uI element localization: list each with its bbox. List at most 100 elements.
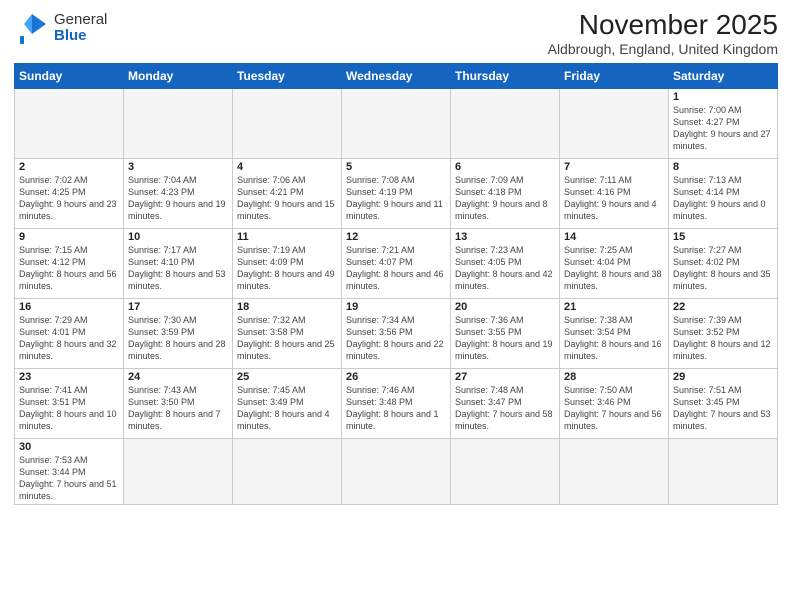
day-info: Sunrise: 7:00 AMSunset: 4:27 PMDaylight:… xyxy=(673,104,773,153)
day-number: 11 xyxy=(237,231,337,243)
title-area: November 2025 Aldbrough, England, United… xyxy=(548,10,778,57)
calendar-cell: 15Sunrise: 7:27 AMSunset: 4:02 PMDayligh… xyxy=(669,228,778,298)
day-info: Sunrise: 7:21 AMSunset: 4:07 PMDaylight:… xyxy=(346,244,446,293)
calendar-cell: 21Sunrise: 7:38 AMSunset: 3:54 PMDayligh… xyxy=(560,298,669,368)
day-info: Sunrise: 7:04 AMSunset: 4:23 PMDaylight:… xyxy=(128,174,228,223)
day-info: Sunrise: 7:15 AMSunset: 4:12 PMDaylight:… xyxy=(19,244,119,293)
day-number: 12 xyxy=(346,231,446,243)
day-info: Sunrise: 7:53 AMSunset: 3:44 PMDaylight:… xyxy=(19,454,119,503)
day-info: Sunrise: 7:02 AMSunset: 4:25 PMDaylight:… xyxy=(19,174,119,223)
calendar-cell: 22Sunrise: 7:39 AMSunset: 3:52 PMDayligh… xyxy=(669,298,778,368)
day-number: 13 xyxy=(455,231,555,243)
calendar-cell: 23Sunrise: 7:41 AMSunset: 3:51 PMDayligh… xyxy=(15,368,124,438)
day-number: 26 xyxy=(346,371,446,383)
day-info: Sunrise: 7:34 AMSunset: 3:56 PMDaylight:… xyxy=(346,314,446,363)
day-info: Sunrise: 7:27 AMSunset: 4:02 PMDaylight:… xyxy=(673,244,773,293)
calendar-cell: 18Sunrise: 7:32 AMSunset: 3:58 PMDayligh… xyxy=(233,298,342,368)
day-number: 4 xyxy=(237,161,337,173)
day-info: Sunrise: 7:30 AMSunset: 3:59 PMDaylight:… xyxy=(128,314,228,363)
day-number: 17 xyxy=(128,301,228,313)
calendar-cell: 10Sunrise: 7:17 AMSunset: 4:10 PMDayligh… xyxy=(124,228,233,298)
day-number: 19 xyxy=(346,301,446,313)
logo-line2: Blue xyxy=(54,28,107,45)
day-number: 6 xyxy=(455,161,555,173)
day-number: 9 xyxy=(19,231,119,243)
main-title: November 2025 xyxy=(548,10,778,41)
calendar-cell: 12Sunrise: 7:21 AMSunset: 4:07 PMDayligh… xyxy=(342,228,451,298)
calendar-cell: 14Sunrise: 7:25 AMSunset: 4:04 PMDayligh… xyxy=(560,228,669,298)
day-number: 20 xyxy=(455,301,555,313)
calendar: SundayMondayTuesdayWednesdayThursdayFrid… xyxy=(14,63,778,506)
calendar-cell: 9Sunrise: 7:15 AMSunset: 4:12 PMDaylight… xyxy=(15,228,124,298)
day-info: Sunrise: 7:23 AMSunset: 4:05 PMDaylight:… xyxy=(455,244,555,293)
day-number: 30 xyxy=(19,441,119,453)
subtitle: Aldbrough, England, United Kingdom xyxy=(548,41,778,57)
calendar-cell xyxy=(124,438,233,505)
day-number: 16 xyxy=(19,301,119,313)
calendar-cell: 19Sunrise: 7:34 AMSunset: 3:56 PMDayligh… xyxy=(342,298,451,368)
calendar-cell: 5Sunrise: 7:08 AMSunset: 4:19 PMDaylight… xyxy=(342,158,451,228)
calendar-cell: 20Sunrise: 7:36 AMSunset: 3:55 PMDayligh… xyxy=(451,298,560,368)
calendar-cell: 16Sunrise: 7:29 AMSunset: 4:01 PMDayligh… xyxy=(15,298,124,368)
day-info: Sunrise: 7:17 AMSunset: 4:10 PMDaylight:… xyxy=(128,244,228,293)
logo-icon xyxy=(14,10,50,46)
calendar-cell: 25Sunrise: 7:45 AMSunset: 3:49 PMDayligh… xyxy=(233,368,342,438)
day-info: Sunrise: 7:13 AMSunset: 4:14 PMDaylight:… xyxy=(673,174,773,223)
day-number: 28 xyxy=(564,371,664,383)
header-friday: Friday xyxy=(560,63,669,88)
day-info: Sunrise: 7:39 AMSunset: 3:52 PMDaylight:… xyxy=(673,314,773,363)
day-number: 18 xyxy=(237,301,337,313)
day-info: Sunrise: 7:41 AMSunset: 3:51 PMDaylight:… xyxy=(19,384,119,433)
day-number: 22 xyxy=(673,301,773,313)
header-sunday: Sunday xyxy=(15,63,124,88)
header-thursday: Thursday xyxy=(451,63,560,88)
week-row-1: 2Sunrise: 7:02 AMSunset: 4:25 PMDaylight… xyxy=(15,158,778,228)
calendar-cell: 13Sunrise: 7:23 AMSunset: 4:05 PMDayligh… xyxy=(451,228,560,298)
day-info: Sunrise: 7:19 AMSunset: 4:09 PMDaylight:… xyxy=(237,244,337,293)
header: General Blue November 2025 Aldbrough, En… xyxy=(14,10,778,57)
calendar-cell: 1Sunrise: 7:00 AMSunset: 4:27 PMDaylight… xyxy=(669,88,778,158)
calendar-cell xyxy=(342,88,451,158)
logo: General Blue xyxy=(14,10,107,46)
day-info: Sunrise: 7:25 AMSunset: 4:04 PMDaylight:… xyxy=(564,244,664,293)
calendar-cell: 28Sunrise: 7:50 AMSunset: 3:46 PMDayligh… xyxy=(560,368,669,438)
calendar-cell xyxy=(560,88,669,158)
day-number: 3 xyxy=(128,161,228,173)
calendar-cell: 6Sunrise: 7:09 AMSunset: 4:18 PMDaylight… xyxy=(451,158,560,228)
calendar-cell: 29Sunrise: 7:51 AMSunset: 3:45 PMDayligh… xyxy=(669,368,778,438)
day-number: 29 xyxy=(673,371,773,383)
calendar-cell xyxy=(124,88,233,158)
day-number: 27 xyxy=(455,371,555,383)
calendar-cell: 27Sunrise: 7:48 AMSunset: 3:47 PMDayligh… xyxy=(451,368,560,438)
header-wednesday: Wednesday xyxy=(342,63,451,88)
day-info: Sunrise: 7:45 AMSunset: 3:49 PMDaylight:… xyxy=(237,384,337,433)
day-info: Sunrise: 7:48 AMSunset: 3:47 PMDaylight:… xyxy=(455,384,555,433)
day-number: 2 xyxy=(19,161,119,173)
day-info: Sunrise: 7:36 AMSunset: 3:55 PMDaylight:… xyxy=(455,314,555,363)
header-saturday: Saturday xyxy=(669,63,778,88)
day-number: 21 xyxy=(564,301,664,313)
day-info: Sunrise: 7:08 AMSunset: 4:19 PMDaylight:… xyxy=(346,174,446,223)
day-number: 23 xyxy=(19,371,119,383)
week-row-3: 16Sunrise: 7:29 AMSunset: 4:01 PMDayligh… xyxy=(15,298,778,368)
day-info: Sunrise: 7:09 AMSunset: 4:18 PMDaylight:… xyxy=(455,174,555,223)
day-info: Sunrise: 7:29 AMSunset: 4:01 PMDaylight:… xyxy=(19,314,119,363)
day-info: Sunrise: 7:32 AMSunset: 3:58 PMDaylight:… xyxy=(237,314,337,363)
calendar-cell: 7Sunrise: 7:11 AMSunset: 4:16 PMDaylight… xyxy=(560,158,669,228)
day-number: 10 xyxy=(128,231,228,243)
day-number: 25 xyxy=(237,371,337,383)
calendar-cell xyxy=(451,88,560,158)
header-tuesday: Tuesday xyxy=(233,63,342,88)
calendar-cell xyxy=(560,438,669,505)
calendar-cell: 3Sunrise: 7:04 AMSunset: 4:23 PMDaylight… xyxy=(124,158,233,228)
day-number: 14 xyxy=(564,231,664,243)
calendar-cell xyxy=(233,88,342,158)
week-row-0: 1Sunrise: 7:00 AMSunset: 4:27 PMDaylight… xyxy=(15,88,778,158)
logo-line1: General xyxy=(54,12,107,29)
day-info: Sunrise: 7:11 AMSunset: 4:16 PMDaylight:… xyxy=(564,174,664,223)
header-monday: Monday xyxy=(124,63,233,88)
calendar-cell: 4Sunrise: 7:06 AMSunset: 4:21 PMDaylight… xyxy=(233,158,342,228)
calendar-cell xyxy=(15,88,124,158)
calendar-cell: 17Sunrise: 7:30 AMSunset: 3:59 PMDayligh… xyxy=(124,298,233,368)
day-info: Sunrise: 7:50 AMSunset: 3:46 PMDaylight:… xyxy=(564,384,664,433)
